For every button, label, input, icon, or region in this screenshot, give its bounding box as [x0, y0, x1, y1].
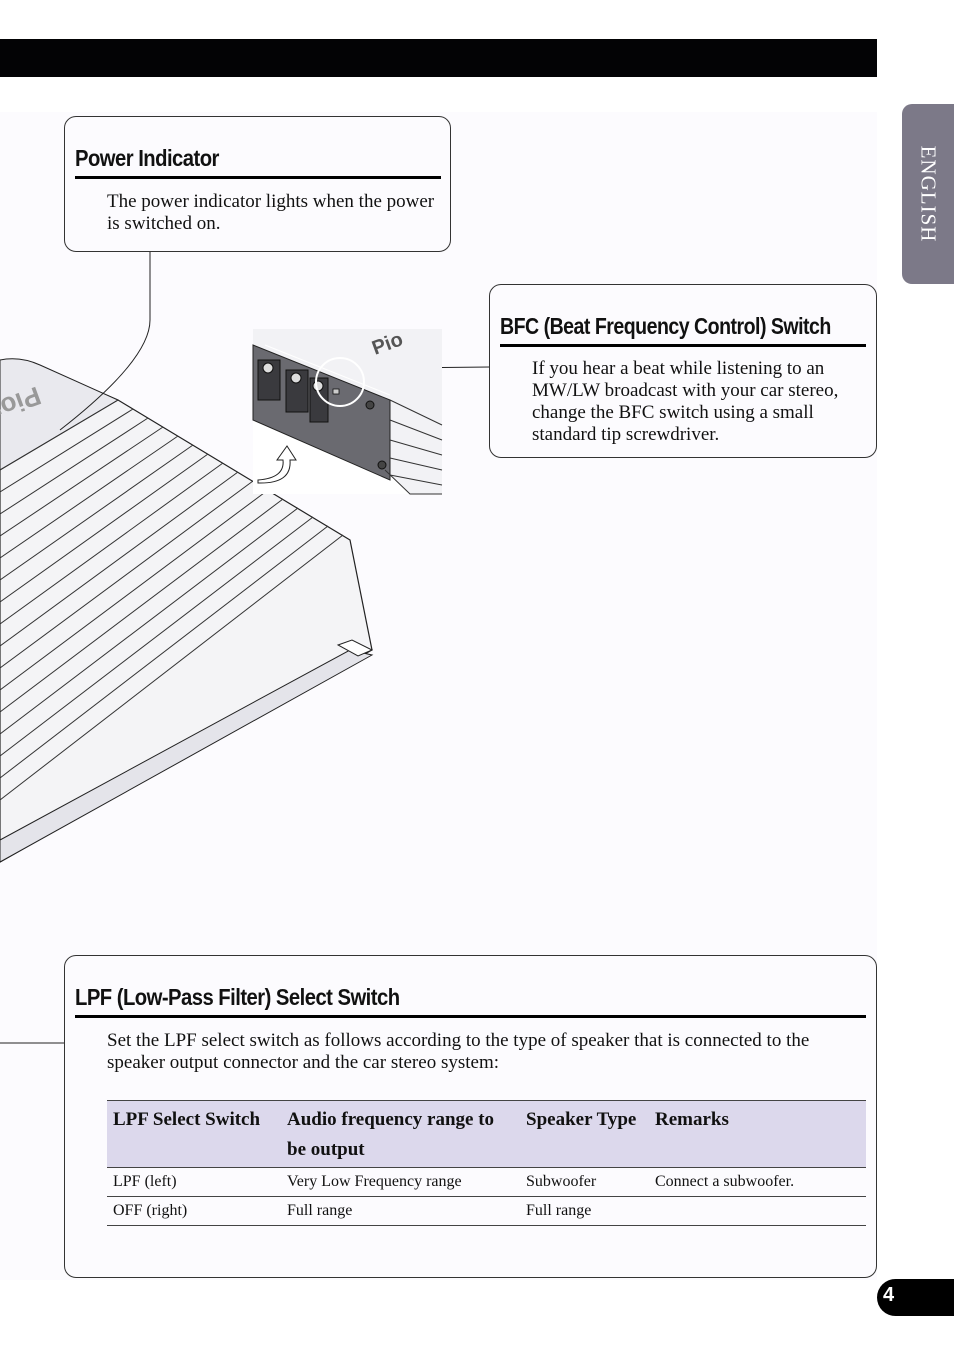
lpf-settings-table: LPF Select Switch Audio frequency range … — [107, 1100, 866, 1226]
power-led — [332, 388, 340, 395]
lpf-switch-title: LPF (Low-Pass Filter) Select Switch — [75, 984, 400, 1010]
cell-remarks: Connect a subwoofer. — [649, 1167, 866, 1197]
cell-frequency: Full range — [281, 1196, 520, 1226]
cell-frequency: Very Low Frequency range — [281, 1167, 520, 1197]
page-number: 4 — [883, 1284, 895, 1306]
lpf-switch-callout: LPF (Low-Pass Filter) Select Switch Set … — [64, 955, 877, 1278]
lpf-switch-intro: Set the LPF select switch as follows acc… — [107, 1030, 810, 1073]
title-rule — [75, 1015, 866, 1018]
cell-switch: LPF (left) — [107, 1167, 281, 1197]
bfc-switch-callout: BFC (Beat Frequency Control) Switch If y… — [489, 284, 877, 458]
table-header-row: LPF Select Switch Audio frequency range … — [107, 1100, 866, 1168]
title-rule — [500, 344, 866, 347]
cell-switch: OFF (right) — [107, 1196, 281, 1226]
cell-speaker: Subwoofer — [520, 1167, 649, 1197]
header-remarks: Remarks — [649, 1100, 866, 1168]
bfc-switch-title: BFC (Beat Frequency Control) Switch — [500, 313, 831, 339]
header-speaker-type: Speaker Type — [520, 1100, 649, 1168]
header-lpf-select-switch: LPF Select Switch — [107, 1100, 281, 1168]
power-indicator-body: The power indicator lights when the powe… — [107, 191, 435, 234]
title-rule — [75, 176, 441, 179]
amplifier-closeup: Pio — [252, 328, 443, 495]
cell-speaker: Full range — [520, 1196, 649, 1226]
cell-remarks — [649, 1196, 866, 1226]
power-indicator-title: Power Indicator — [75, 145, 219, 171]
table-row: OFF (right) Full range Full range — [107, 1196, 866, 1226]
header-audio-frequency-range: Audio frequency range to be output — [281, 1100, 520, 1168]
bfc-switch-body: If you hear a beat while listening to an… — [532, 358, 839, 445]
table-row: LPF (left) Very Low Frequency range Subw… — [107, 1167, 866, 1197]
page-number-badge: 4 — [877, 1279, 954, 1316]
power-indicator-callout: Power Indicator The power indicator ligh… — [64, 116, 451, 252]
